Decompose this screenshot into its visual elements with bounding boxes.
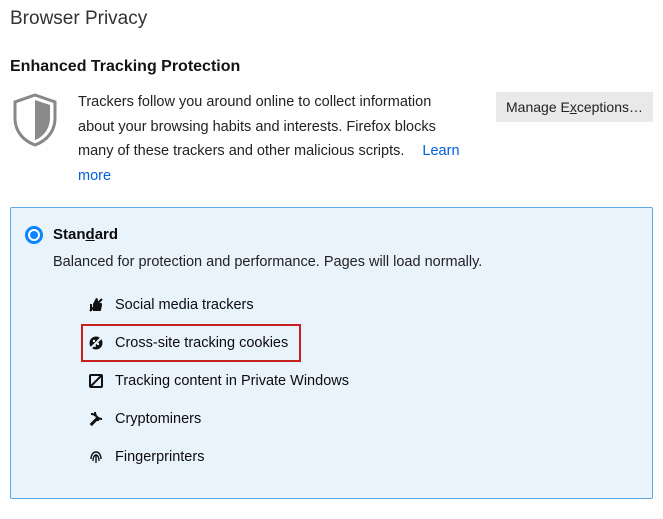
section-heading-etp: Enhanced Tracking Protection <box>10 58 653 76</box>
etp-description-text: Trackers follow you around online to col… <box>78 94 436 159</box>
blocked-icon <box>87 373 105 389</box>
etp-intro-row: Trackers follow you around online to col… <box>10 90 653 189</box>
tracker-item-content: Tracking content in Private Windows <box>81 362 634 400</box>
mode-standard-card[interactable]: Standard Balanced for protection and per… <box>10 207 653 499</box>
etp-description: Trackers follow you around online to col… <box>78 90 480 189</box>
pick-icon <box>87 411 105 427</box>
tracker-label: Cross-site tracking cookies <box>115 335 288 351</box>
radio-selected-icon[interactable] <box>25 226 43 244</box>
shield-icon <box>10 90 62 151</box>
tracker-label: Tracking content in Private Windows <box>115 373 349 389</box>
tracker-item-crypto: Cryptominers <box>81 400 634 438</box>
tracker-list: Social media trackers Cross-site trackin… <box>81 286 634 476</box>
tracker-item-fingerprint: Fingerprinters <box>81 438 634 476</box>
tracker-label: Social media trackers <box>115 297 254 313</box>
tracker-label: Cryptominers <box>115 411 201 427</box>
manage-exceptions-button[interactable]: Manage Exceptions… <box>496 92 653 122</box>
fingerprint-icon <box>87 449 105 465</box>
mode-explain: Balanced for protection and performance.… <box>53 254 634 270</box>
page-title: Browser Privacy <box>10 8 653 30</box>
tracker-item-cookies: Cross-site tracking cookies <box>81 324 301 362</box>
mode-header: Standard <box>25 226 634 244</box>
cookie-icon <box>87 335 105 351</box>
tracker-label: Fingerprinters <box>115 449 204 465</box>
tracker-item-social: Social media trackers <box>81 286 634 324</box>
thumb-icon <box>87 297 105 313</box>
mode-name: Standard <box>53 226 118 243</box>
